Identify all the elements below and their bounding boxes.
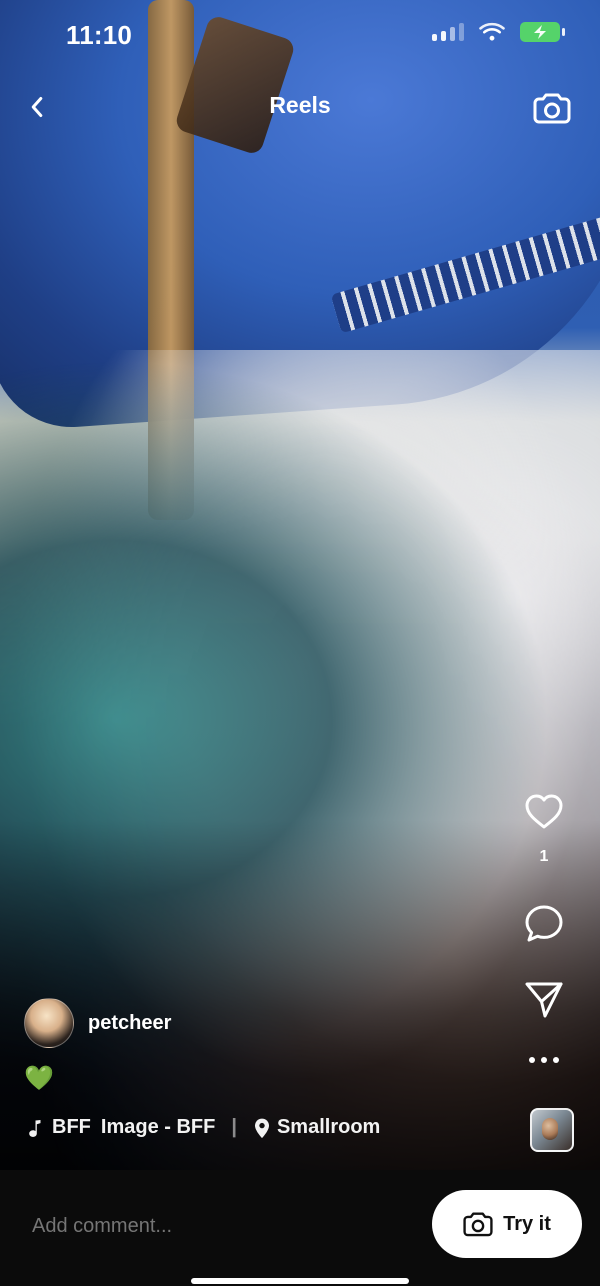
wifi-icon xyxy=(478,22,506,42)
like-button[interactable] xyxy=(510,792,578,830)
status-bar: 11:10 xyxy=(0,0,600,74)
status-icons xyxy=(432,22,565,42)
audio-title[interactable]: Image - BFF xyxy=(101,1116,215,1139)
more-button[interactable] xyxy=(510,1054,578,1066)
battery-icon xyxy=(520,22,565,42)
camera-icon xyxy=(463,1211,493,1237)
camera-icon xyxy=(533,92,571,124)
separator: | xyxy=(231,1116,237,1138)
comment-icon xyxy=(522,902,566,946)
caption: 💚 xyxy=(24,1065,54,1092)
avatar[interactable] xyxy=(24,998,74,1048)
home-indicator xyxy=(191,1278,409,1284)
comment-button[interactable] xyxy=(510,902,578,946)
music-note-icon xyxy=(22,1118,42,1138)
share-button[interactable] xyxy=(510,978,578,1022)
location-label[interactable]: Smallroom xyxy=(277,1116,380,1139)
audio-and-location-row: BFF Image - BFF | Smallroom xyxy=(22,1116,380,1139)
audio-thumbnail[interactable] xyxy=(530,1108,574,1152)
location-pin-icon xyxy=(253,1117,271,1139)
cellular-signal-icon xyxy=(432,23,464,41)
location[interactable]: Smallroom xyxy=(253,1116,380,1139)
author-row[interactable]: petcheer xyxy=(24,998,171,1048)
heart-icon xyxy=(523,792,565,830)
username[interactable]: petcheer xyxy=(88,1012,171,1035)
like-count: 1 xyxy=(539,848,549,865)
send-icon xyxy=(522,978,566,1022)
comment-bar: Try it xyxy=(0,1170,600,1286)
try-it-label: Try it xyxy=(503,1212,551,1235)
comment-input[interactable] xyxy=(30,1214,384,1239)
music-tag[interactable]: BFF xyxy=(52,1116,91,1139)
more-icon xyxy=(524,1054,564,1066)
top-nav: Reels xyxy=(0,78,600,138)
status-time: 11:10 xyxy=(66,20,133,50)
try-it-button[interactable]: Try it xyxy=(432,1190,582,1258)
page-title: Reels xyxy=(269,92,331,118)
camera-button[interactable] xyxy=(528,84,576,132)
